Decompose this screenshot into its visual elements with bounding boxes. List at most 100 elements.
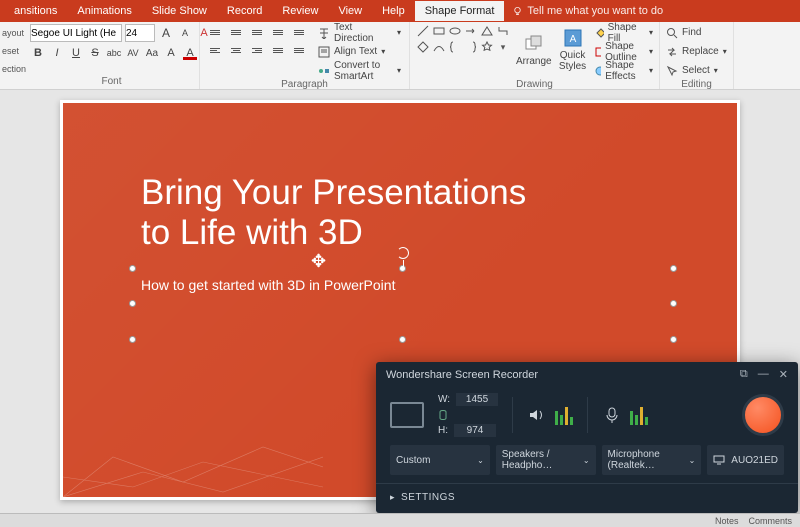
lock-aspect-icon[interactable] [438,410,448,420]
find-button[interactable]: Find [666,24,727,41]
tab-shape-format[interactable]: Shape Format [415,1,505,21]
ribbon-tabs: ansitions Animations Slide Show Record R… [0,0,800,22]
recorder-titlebar[interactable]: Wondershare Screen Recorder ⧉ — ✕ [376,362,798,387]
tab-record[interactable]: Record [217,1,272,21]
shape-diamond-icon[interactable] [416,40,430,54]
decrease-font-icon[interactable]: A [177,24,193,42]
speaker-icon[interactable] [527,405,547,425]
tab-transitions[interactable]: ansitions [4,1,67,21]
align-right-button[interactable] [248,42,266,58]
tab-slideshow[interactable]: Slide Show [142,1,217,21]
char-spacing-button[interactable]: AV [125,44,141,62]
speaker-device-select[interactable]: Speakers / Headpho…⌄ [496,445,596,475]
capture-preset-select[interactable]: Custom⌄ [390,445,490,475]
height-input[interactable] [454,424,496,437]
close-icon[interactable]: ✕ [779,368,788,381]
selection-handle[interactable] [129,265,136,272]
align-text-button[interactable]: Align Text▾ [316,43,403,60]
shape-brace2-icon[interactable] [464,40,478,54]
selection-handle[interactable] [670,265,677,272]
shape-curve-icon[interactable] [432,40,446,54]
numbering-button[interactable] [227,24,245,40]
shape-more-icon[interactable]: ▾ [496,40,510,54]
tell-me-search[interactable]: Tell me what you want to do [512,5,663,17]
strikethrough-button[interactable]: S [87,44,103,62]
selection-handle[interactable] [399,336,406,343]
shape-star-icon[interactable] [480,40,494,54]
highlight-button[interactable]: A [163,44,179,62]
shape-ellipse-icon[interactable] [448,24,462,38]
paragraph-group-label: Paragraph [206,79,403,92]
notes-button[interactable]: Notes [715,516,739,526]
text-shadow-button[interactable]: abc [106,44,122,62]
align-left-button[interactable] [206,42,224,58]
shape-effects-button[interactable]: Shape Effects▾ [594,62,653,79]
rotation-handle[interactable] [397,247,409,259]
text-direction-icon [318,27,330,39]
mic-device-select[interactable]: Microphone (Realtek…⌄ [602,445,702,475]
drawing-group-label: Drawing [416,79,653,92]
increase-indent-button[interactable] [269,24,287,40]
font-color-button[interactable]: A [182,44,198,62]
tab-help[interactable]: Help [372,1,415,21]
shape-outline-button[interactable]: Shape Outline▾ [594,43,653,60]
shape-triangle-icon[interactable] [480,24,494,38]
arrange-button[interactable]: Arrange [516,24,552,76]
underline-button[interactable]: U [68,44,84,62]
change-case-button[interactable]: Aa [144,44,160,62]
selection-handle[interactable] [129,336,136,343]
font-size-select[interactable] [125,24,155,42]
speaker-vu-meter [555,405,573,425]
popout-icon[interactable]: ⧉ [740,368,748,381]
font-group: A A A B I U S abc AV Aa A A Font [24,22,200,89]
record-button[interactable] [742,394,784,436]
bold-button[interactable]: B [30,44,46,62]
shape-connector-icon[interactable] [496,24,510,38]
increase-font-icon[interactable]: A [158,24,174,42]
subtitle-textbox[interactable]: How to get started with 3D in PowerPoint [133,269,673,339]
tab-animations[interactable]: Animations [67,1,141,21]
justify-button[interactable] [269,42,287,58]
layout-panel-fragment: ayout eset ection [0,22,24,80]
tab-view[interactable]: View [328,1,372,21]
convert-smartart-button[interactable]: Convert to SmartArt▾ [316,62,403,79]
display-select[interactable]: AUO21ED [707,445,784,475]
shape-arrow-icon[interactable] [464,24,478,38]
width-input[interactable] [456,393,498,406]
microphone-icon[interactable] [602,405,622,425]
chevron-right-icon: ▸ [390,492,395,503]
bullets-button[interactable] [206,24,224,40]
select-button[interactable]: Select▾ [666,62,727,79]
shape-line-icon[interactable] [416,24,430,38]
recorder-settings-toggle[interactable]: ▸ SETTINGS [376,483,798,513]
shape-brace-icon[interactable] [448,40,462,54]
capture-area-button[interactable] [390,402,424,428]
selection-handle[interactable] [670,336,677,343]
italic-button[interactable]: I [49,44,65,62]
text-direction-button[interactable]: Text Direction▾ [316,24,403,41]
screen-recorder-window[interactable]: Wondershare Screen Recorder ⧉ — ✕ W: H: … [376,362,798,513]
replace-button[interactable]: Replace▾ [666,43,727,60]
line-spacing-button[interactable] [290,24,308,40]
decrease-indent-button[interactable] [248,24,266,40]
fill-icon [594,27,604,39]
search-icon [666,27,678,39]
recorder-title: Wondershare Screen Recorder [386,369,538,381]
minimize-icon[interactable]: — [758,368,769,381]
arrange-icon [524,34,544,54]
wireframe-decoration [63,427,323,497]
tab-review[interactable]: Review [272,1,328,21]
align-center-button[interactable] [227,42,245,58]
selection-handle[interactable] [670,300,677,307]
align-text-icon [318,46,330,58]
slide-title[interactable]: Bring Your Presentations to Life with 3D [141,173,526,254]
shapes-gallery[interactable]: ▾ [416,24,510,54]
shape-rect-icon[interactable] [432,24,446,38]
selection-handle[interactable] [129,300,136,307]
editing-group: Find Replace▾ Select▾ Editing [660,22,734,89]
font-family-select[interactable] [30,24,122,42]
columns-button[interactable] [290,42,308,58]
shape-fill-button[interactable]: Shape Fill▾ [594,24,653,41]
quick-styles-button[interactable]: A Quick Styles [558,24,588,76]
comments-button[interactable]: Comments [748,516,792,526]
